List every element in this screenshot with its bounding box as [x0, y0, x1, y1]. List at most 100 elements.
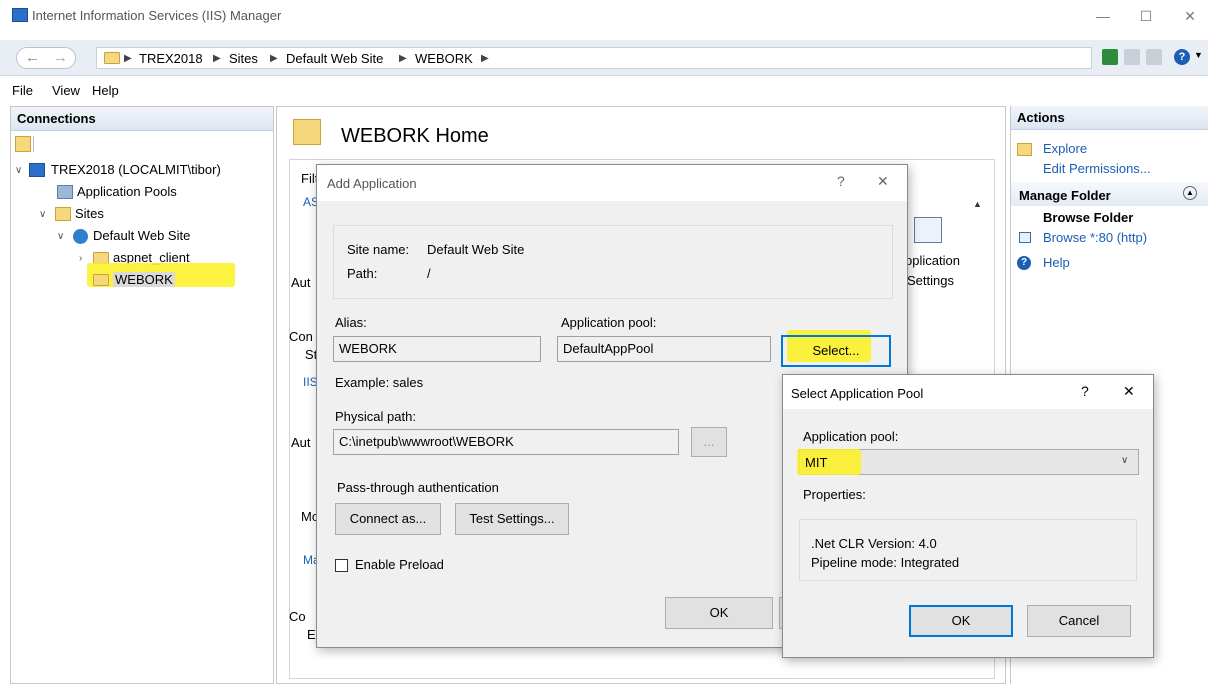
collapse-icon[interactable]: ∨ — [39, 209, 46, 220]
folder-icon — [104, 52, 120, 64]
iis-manager-window: Internet Information Services (IIS) Mana… — [0, 0, 1208, 684]
ok-button[interactable]: OK — [665, 597, 773, 629]
app-pools-icon — [57, 185, 73, 199]
feature-label: pplication — [905, 253, 960, 268]
manage-folder-header: Manage Folder — [1019, 188, 1111, 203]
crumb-separator-icon: ▶ — [270, 53, 278, 64]
help-icon[interactable]: ? — [1174, 49, 1190, 65]
alias-field[interactable]: WEBORK — [333, 336, 541, 362]
page-title: WEBORK Home — [341, 125, 489, 147]
app-pool-field[interactable]: DefaultAppPool — [557, 336, 771, 362]
help-link[interactable]: Help — [1043, 255, 1070, 270]
chevron-down-icon[interactable]: ∨ — [1121, 455, 1128, 466]
expand-icon[interactable]: › — [79, 253, 82, 264]
globe-icon — [73, 229, 88, 244]
app-pool-label: Application pool: — [803, 429, 899, 444]
minimize-button[interactable]: — — [1091, 6, 1115, 26]
cancel-button[interactable]: Cancel — [1027, 605, 1131, 637]
maximize-button[interactable]: ☐ — [1134, 6, 1158, 26]
physical-path-label: Physical path: — [335, 409, 416, 424]
menu-help[interactable]: Help — [92, 83, 119, 98]
connect-icon[interactable] — [15, 136, 31, 152]
browse-http-link[interactable]: Browse *:80 (http) — [1043, 230, 1147, 245]
back-arrow-icon[interactable]: ← — [25, 49, 40, 66]
tree-server[interactable]: TREX2018 (LOCALMIT\tibor) — [51, 162, 221, 177]
properties-label: Properties: — [803, 487, 866, 502]
tree-app-pools[interactable]: Application Pools — [77, 184, 177, 199]
feature-label: Aut — [291, 275, 311, 290]
connect-as-button[interactable]: Connect as... — [335, 503, 441, 535]
server-icon — [29, 163, 45, 177]
site-name-label: Site name: — [347, 242, 410, 257]
enable-preload-checkbox[interactable] — [335, 559, 348, 572]
crumb-separator-icon: ▶ — [124, 53, 132, 64]
crumb-server[interactable]: TREX2018 — [139, 51, 203, 66]
folder-icon — [93, 274, 109, 286]
edit-permissions-link[interactable]: Edit Permissions... — [1043, 161, 1151, 176]
select-app-pool-dialog: Select Application Pool ? ✕ Application … — [782, 374, 1154, 658]
crumb-separator-icon: ▶ — [399, 53, 407, 64]
alias-label: Alias: — [335, 315, 367, 330]
help-icon: ? — [1017, 256, 1031, 270]
physical-path-field[interactable]: C:\inetpub\wwwroot\WEBORK — [333, 429, 679, 455]
connections-header: Connections — [11, 107, 273, 131]
nav-buttons: ← → — [16, 47, 76, 69]
test-settings-button[interactable]: Test Settings... — [455, 503, 569, 535]
toolbar-divider — [33, 136, 34, 152]
tree-sites[interactable]: Sites — [75, 206, 104, 221]
crumb-separator-icon: ▶ — [481, 53, 489, 64]
ok-button[interactable]: OK — [909, 605, 1013, 637]
explore-link[interactable]: Explore — [1043, 141, 1087, 156]
browse-folder-header: Browse Folder — [1043, 210, 1134, 225]
crumb-default-site[interactable]: Default Web Site — [286, 51, 383, 66]
refresh-icon[interactable] — [1102, 49, 1118, 65]
address-bar: ← → ▶ TREX2018 ▶ Sites ▶ Default Web Sit… — [0, 40, 1208, 76]
tree-webork[interactable]: WEBORK — [113, 272, 175, 287]
stop-icon[interactable] — [1124, 49, 1140, 65]
crumb-sites[interactable]: Sites — [229, 51, 258, 66]
feature-label: Con — [289, 329, 313, 344]
dialog-close-button[interactable]: ✕ — [877, 173, 889, 190]
connections-pane: Connections ∨ TREX2018 (LOCALMIT\tibor) … — [10, 106, 274, 684]
application-settings-icon[interactable] — [914, 217, 942, 243]
collapse-icon[interactable]: ∨ — [15, 165, 22, 176]
home-icon[interactable] — [1146, 49, 1162, 65]
chevron-down-icon[interactable]: ▼ — [1194, 50, 1203, 60]
pipeline-mode-text: Pipeline mode: Integrated — [811, 555, 960, 570]
iis-app-icon — [12, 8, 28, 22]
app-pool-label: Application pool: — [561, 315, 657, 330]
dialog-title: Add Application — [327, 176, 417, 191]
window-title: Internet Information Services (IIS) Mana… — [32, 8, 282, 23]
tree-default-site[interactable]: Default Web Site — [93, 228, 190, 243]
crumb-webork[interactable]: WEBORK — [415, 51, 473, 66]
menu-file[interactable]: File — [12, 83, 33, 98]
menu-view[interactable]: View — [52, 83, 80, 98]
scroll-up-icon[interactable]: ▲ — [973, 199, 982, 209]
feature-label: Co — [289, 609, 306, 624]
title-bar: Internet Information Services (IIS) Mana… — [0, 0, 1208, 34]
sites-icon — [55, 207, 71, 221]
path-label: Path: — [347, 266, 378, 281]
close-window-button[interactable]: ✕ — [1178, 6, 1202, 26]
app-pool-selected: MIT — [805, 455, 828, 470]
example-text: Example: sales — [335, 375, 424, 390]
collapse-section-icon[interactable]: ▲ — [1183, 186, 1197, 200]
select-pool-button[interactable]: Select... — [781, 335, 891, 367]
folder-icon — [293, 119, 321, 145]
collapse-icon[interactable]: ∨ — [57, 231, 64, 242]
dialog-help-button[interactable]: ? — [1081, 383, 1089, 399]
clr-version-text: .Net CLR Version: 4.0 — [811, 536, 937, 551]
browse-path-button[interactable]: ... — [691, 427, 727, 457]
browse-icon — [1019, 232, 1031, 243]
passthrough-label: Pass-through authentication — [337, 480, 499, 495]
forward-arrow-icon[interactable]: → — [53, 49, 68, 66]
feature-label: Settings — [907, 273, 954, 288]
site-info-group — [333, 225, 893, 299]
breadcrumb[interactable]: ▶ TREX2018 ▶ Sites ▶ Default Web Site ▶ … — [96, 47, 1092, 69]
dialog-help-button[interactable]: ? — [837, 173, 845, 189]
dialog-close-button[interactable]: ✕ — [1123, 383, 1135, 400]
site-name-value: Default Web Site — [427, 242, 525, 257]
crumb-separator-icon: ▶ — [213, 53, 221, 64]
dialog-title: Select Application Pool — [791, 386, 924, 401]
feature-label: Aut — [291, 435, 311, 450]
